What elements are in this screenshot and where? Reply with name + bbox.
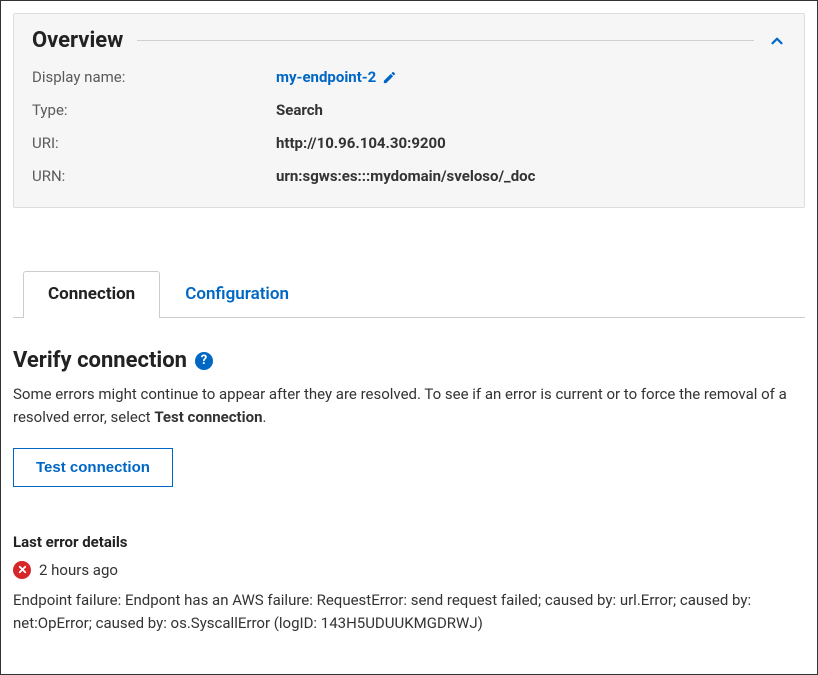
overview-row-urn: URN: urn:sgws:es:::mydomain/sveloso/_doc <box>32 166 786 187</box>
pencil-icon[interactable] <box>382 70 397 85</box>
urn-value: urn:sgws:es:::mydomain/sveloso/_doc <box>276 166 535 187</box>
last-error-message: Endpoint failure: Endpont has an AWS fai… <box>13 589 805 636</box>
last-error-timestamp-row: 2 hours ago <box>13 561 805 579</box>
help-icon[interactable]: ? <box>195 352 213 370</box>
verify-hint-prefix: Some errors might continue to appear aft… <box>13 385 787 426</box>
verify-hint-text: Some errors might continue to appear aft… <box>13 383 805 430</box>
error-icon <box>13 561 31 579</box>
overview-row-uri: URI: http://10.96.104.30:9200 <box>32 133 786 154</box>
display-name-text: my-endpoint-2 <box>276 67 376 88</box>
overview-header[interactable]: Overview <box>32 28 786 53</box>
tab-bar: Connection Configuration <box>13 270 805 318</box>
verify-hint-bold: Test connection <box>154 408 262 426</box>
overview-panel: Overview Display name: my-endpoint-2 Typ… <box>13 13 805 208</box>
uri-value: http://10.96.104.30:9200 <box>276 133 446 154</box>
verify-connection-heading: Verify connection <box>13 348 187 373</box>
connection-content: Verify connection ? Some errors might co… <box>1 318 817 647</box>
chevron-up-icon[interactable] <box>768 32 786 50</box>
tab-connection[interactable]: Connection <box>23 271 160 318</box>
display-name-value[interactable]: my-endpoint-2 <box>276 67 397 88</box>
overview-label: URI: <box>32 133 276 154</box>
last-error-section: Last error details 2 hours ago Endpoint … <box>13 533 805 636</box>
last-error-timestamp: 2 hours ago <box>39 561 118 579</box>
overview-label: Type: <box>32 100 276 121</box>
overview-label: URN: <box>32 166 276 187</box>
type-value: Search <box>276 100 323 121</box>
overview-row-type: Type: Search <box>32 100 786 121</box>
tab-configuration[interactable]: Configuration <box>160 271 314 318</box>
test-connection-button[interactable]: Test connection <box>13 448 173 487</box>
verify-heading-row: Verify connection ? <box>13 348 805 373</box>
overview-title: Overview <box>32 28 123 53</box>
last-error-title: Last error details <box>13 533 805 551</box>
overview-row-display-name: Display name: my-endpoint-2 <box>32 67 786 88</box>
verify-hint-suffix: . <box>262 408 266 426</box>
overview-label: Display name: <box>32 67 276 88</box>
overview-divider <box>137 40 754 41</box>
